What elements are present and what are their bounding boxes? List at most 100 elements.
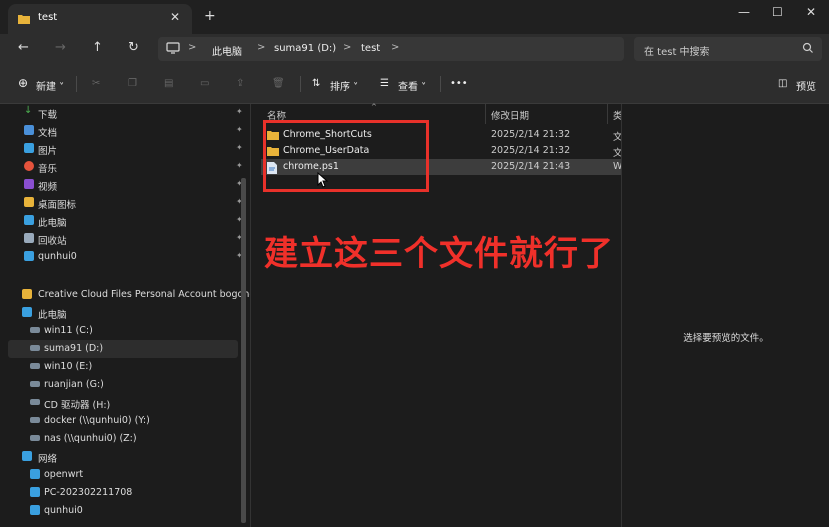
breadcrumb-separator: > [391, 42, 400, 53]
preview-button[interactable]: 预览 [796, 78, 816, 93]
picture-icon [24, 143, 34, 153]
sidebar-item-label: 桌面图标 [38, 200, 77, 211]
tab-test[interactable]: test ✕ [8, 4, 192, 34]
more-options-button[interactable]: ••• [450, 78, 468, 89]
plus-icon[interactable]: ⊕ [18, 76, 28, 90]
sidebar-item-drive-d[interactable]: suma91 (D:) [8, 340, 238, 358]
computer-icon [166, 42, 180, 54]
sidebar-item-drive-g[interactable]: ruanjian (G:) [8, 376, 242, 394]
navigation-pane: ↓ 下载 ✦ 文档 ✦ 图片 ✦ 音乐 ✦ 视频 ✦ 桌面图标 ✦ 此电脑 ✦ … [0, 104, 255, 527]
sidebar-item-desktop-icons[interactable]: 桌面图标 ✦ [8, 194, 243, 212]
address-row: ← → ↑ ↻ > 此电脑 > suma91 (D:) > test > 在 t… [0, 34, 829, 64]
sidebar-item-qunhui0-pinned[interactable]: qunhui0 ✦ [8, 248, 243, 266]
sidebar-item-label: 图片 [38, 146, 58, 157]
sidebar-item-label: openwrt [44, 469, 84, 480]
address-bar[interactable]: > 此电脑 > suma91 (D:) > test > [158, 37, 624, 61]
sidebar-item-label: win10 (E:) [44, 361, 93, 372]
sidebar-item-documents[interactable]: 文档 ✦ [8, 122, 243, 140]
sidebar-item-pc-202302211708[interactable]: PC-202302211708 [8, 484, 242, 502]
back-arrow-icon[interactable]: ← [18, 40, 29, 55]
sidebar-item-network[interactable]: 网络 [8, 448, 242, 466]
refresh-icon[interactable]: ↻ [128, 40, 139, 55]
sidebar-item-creative-cloud[interactable]: Creative Cloud Files Personal Account bo… [8, 286, 255, 304]
pin-icon: ✦ [236, 143, 243, 152]
new-tab-button[interactable]: + [204, 8, 216, 24]
sidebar-item-pictures[interactable]: 图片 ✦ [8, 140, 243, 158]
preview-pane-icon[interactable]: ◫ [778, 78, 787, 89]
cd-drive-icon [30, 399, 40, 405]
sidebar-item-drive-y[interactable]: docker (\\qunhui0) (Y:) [8, 412, 242, 430]
sidebar-item-label: 回收站 [38, 236, 67, 247]
toolbar-divider [76, 76, 77, 92]
new-label: 新建 [36, 82, 56, 93]
sidebar-item-qunhui0[interactable]: qunhui0 [8, 502, 242, 520]
column-divider[interactable] [485, 104, 486, 124]
sidebar-item-videos[interactable]: 视频 ✦ [8, 176, 243, 194]
sidebar-item-label: PC-202302211708 [44, 487, 133, 498]
sidebar-item-music[interactable]: 音乐 ✦ [8, 158, 243, 176]
sidebar-item-label: 此电脑 [38, 218, 67, 229]
sidebar-item-this-pc[interactable]: 此电脑 [8, 304, 242, 322]
sidebar-item-recycle-bin[interactable]: 回收站 ✦ [8, 230, 243, 248]
sidebar-item-label: CD 驱动器 (H:) [44, 400, 111, 411]
close-window-button[interactable]: ✕ [806, 5, 816, 19]
sidebar-item-drive-z[interactable]: nas (\\qunhui0) (Z:) [8, 430, 242, 448]
sort-button[interactable]: 排序 ˅ [330, 78, 358, 93]
copy-icon[interactable]: ❐ [128, 78, 137, 89]
music-icon [24, 161, 34, 171]
column-header-modified[interactable]: 修改日期 [491, 108, 529, 122]
breadcrumb-this-pc[interactable]: 此电脑 [212, 43, 242, 58]
sidebar-item-label: 此电脑 [38, 310, 67, 321]
new-button[interactable]: 新建 ˅ [36, 78, 64, 93]
drive-icon [30, 345, 40, 351]
sidebar-item-label: 文档 [38, 128, 58, 139]
mouse-cursor-icon [317, 172, 329, 188]
drive-icon [30, 363, 40, 369]
network-icon [22, 451, 32, 461]
rename-icon[interactable]: ▭ [200, 78, 209, 89]
sidebar-item-downloads[interactable]: ↓ 下载 ✦ [8, 104, 243, 122]
sort-ascending-icon: ^ [371, 103, 377, 111]
pin-icon: ✦ [236, 161, 243, 170]
computer-icon [22, 307, 32, 317]
view-icon[interactable]: ☰ [380, 78, 389, 89]
sort-icon[interactable]: ⇅ [312, 78, 320, 89]
sidebar-item-label: suma91 (D:) [44, 343, 104, 354]
file-modified: 2025/2/14 21:43 [491, 161, 571, 172]
drive-icon [30, 381, 40, 387]
breadcrumb-separator: > [188, 42, 197, 53]
sidebar-item-drive-c[interactable]: win11 (C:) [8, 322, 242, 340]
network-computer-icon [30, 487, 40, 497]
command-bar: ⊕ 新建 ˅ ✂ ❐ ▤ ▭ ⇪ 🗑 ⇅ 排序 ˅ ☰ 查看 ˅ ••• ◫ 预… [0, 64, 829, 104]
search-icon [802, 42, 813, 53]
sidebar-item-label: docker (\\qunhui0) (Y:) [44, 415, 150, 426]
sidebar-item-this-pc-pinned[interactable]: 此电脑 ✦ [8, 212, 243, 230]
delete-icon[interactable]: 🗑 [272, 78, 285, 89]
breadcrumb-test[interactable]: test [361, 43, 380, 54]
maximize-button[interactable]: ☐ [772, 5, 783, 19]
folder-icon [18, 15, 30, 24]
cut-icon[interactable]: ✂ [92, 78, 100, 89]
breadcrumb-separator: > [343, 42, 352, 53]
sidebar-item-drive-e[interactable]: win10 (E:) [8, 358, 242, 376]
sidebar-scrollbar[interactable] [241, 178, 246, 523]
close-tab-button[interactable]: ✕ [170, 10, 180, 24]
view-button[interactable]: 查看 ˅ [398, 78, 426, 93]
network-drive-icon [30, 417, 40, 423]
sidebar-item-drive-h[interactable]: CD 驱动器 (H:) [8, 394, 242, 412]
network-computer-icon [30, 469, 40, 479]
breadcrumb-drive[interactable]: suma91 (D:) [274, 43, 336, 54]
minimize-button[interactable]: — [738, 5, 750, 19]
forward-arrow-icon[interactable]: → [55, 40, 66, 55]
annotation-highlight-box [263, 120, 429, 192]
up-arrow-icon[interactable]: ↑ [92, 40, 103, 55]
sidebar-item-label: ruanjian (G:) [44, 379, 104, 390]
search-box[interactable]: 在 test 中搜索 [634, 37, 822, 61]
sidebar-item-openwrt[interactable]: openwrt [8, 466, 242, 484]
share-icon[interactable]: ⇪ [236, 78, 244, 89]
paste-icon[interactable]: ▤ [164, 78, 173, 89]
view-label: 查看 [398, 82, 418, 93]
folder-icon [24, 197, 34, 207]
column-divider[interactable] [607, 104, 608, 124]
breadcrumb-separator: > [257, 42, 266, 53]
